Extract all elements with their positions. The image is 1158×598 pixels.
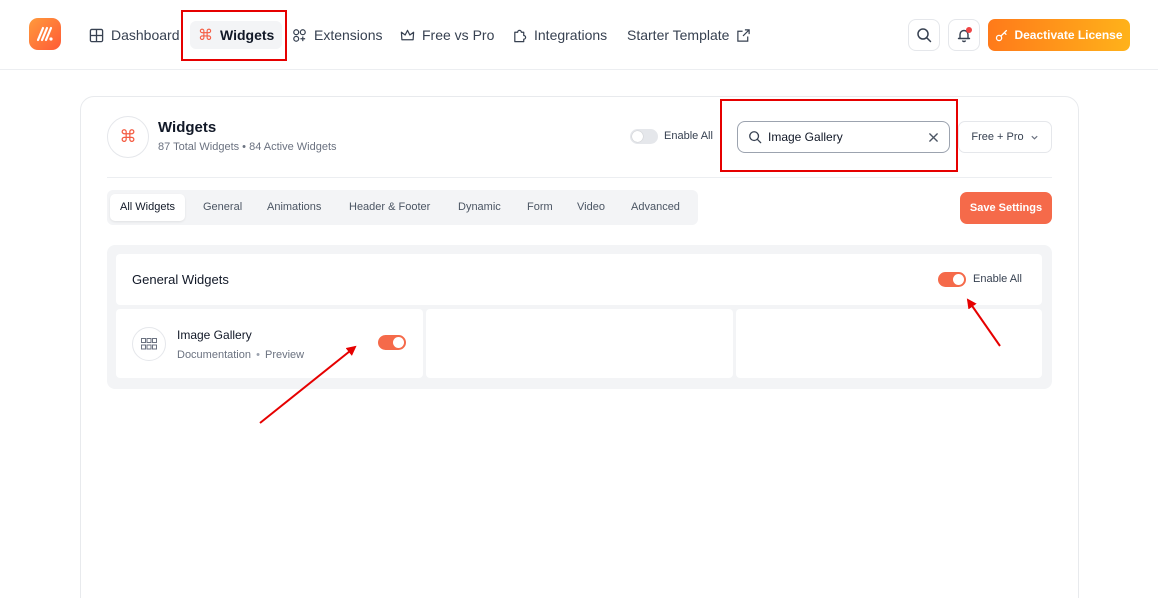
tab-animations[interactable]: Animations	[267, 194, 321, 221]
page-title: Widgets	[158, 119, 217, 136]
image-gallery-icon-badge	[132, 327, 166, 361]
plan-filter-select[interactable]: Free + Pro	[958, 121, 1052, 153]
crown-icon	[400, 29, 415, 40]
nav-free-vs-pro[interactable]: Free vs Pro	[400, 23, 494, 47]
toggle-knob	[953, 274, 964, 285]
nav-dashboard[interactable]: Dashboard	[89, 23, 180, 47]
widget-links: Documentation • Preview	[177, 349, 304, 361]
chevron-down-icon	[1031, 135, 1038, 140]
search-button[interactable]	[908, 19, 940, 51]
documentation-link[interactable]: Documentation	[177, 349, 251, 361]
tab-general[interactable]: General	[203, 194, 242, 221]
section-enable-all-toggle[interactable]	[938, 272, 966, 287]
link-separator: •	[256, 349, 260, 361]
tab-video[interactable]: Video	[577, 194, 605, 221]
nav-extensions-label: Extensions	[314, 27, 383, 43]
section-enable-all-label: Enable All	[973, 273, 1022, 285]
widget-card-empty	[736, 309, 1042, 378]
nav-starter-template-label: Starter Template	[627, 27, 730, 43]
widgets-count: 87 Total Widgets • 84 Active Widgets	[158, 141, 337, 153]
preview-link[interactable]: Preview	[265, 349, 304, 361]
external-link-icon	[737, 28, 751, 42]
tab-all-widgets[interactable]: All Widgets	[110, 194, 186, 221]
widget-card-empty	[426, 309, 733, 378]
logo-mark-icon	[36, 26, 53, 42]
nav-integrations-label: Integrations	[534, 27, 608, 43]
search-icon	[917, 28, 932, 43]
tab-form[interactable]: Form	[527, 194, 553, 221]
widget-name: Image Gallery	[177, 328, 252, 342]
header-enable-all-toggle[interactable]	[630, 129, 658, 144]
tab-advanced[interactable]: Advanced	[631, 194, 680, 221]
general-widgets-header	[116, 254, 1042, 305]
category-tabs: All Widgets General Animations Header & …	[107, 190, 698, 225]
notification-dot	[966, 27, 972, 33]
header-divider	[107, 177, 1052, 178]
extensions-icon	[293, 28, 306, 42]
command-icon: ⌘	[119, 127, 137, 146]
plan-filter-value: Free + Pro	[971, 131, 1024, 143]
nav-free-vs-pro-label: Free vs Pro	[422, 27, 495, 43]
notifications-button[interactable]	[948, 19, 980, 51]
app-logo[interactable]	[29, 18, 61, 50]
section-title: General Widgets	[132, 272, 229, 287]
widgets-header-icon: ⌘	[107, 116, 149, 158]
nav-starter-template[interactable]: Starter Template	[627, 23, 751, 47]
toggle-knob	[393, 337, 404, 348]
deactivate-license-button[interactable]: Deactivate License	[988, 19, 1130, 51]
tab-dynamic[interactable]: Dynamic	[458, 194, 501, 221]
nav-dashboard-label: Dashboard	[111, 27, 180, 43]
annotation-highlight-search	[720, 99, 958, 172]
nav-integrations[interactable]: Integrations	[512, 23, 607, 47]
key-icon	[996, 29, 1008, 41]
grid-icon	[89, 28, 104, 42]
nav-extensions[interactable]: Extensions	[292, 23, 382, 47]
puzzle-icon	[514, 29, 527, 42]
top-navigation: Dashboard ⌘ Widgets Extensions Free vs P…	[0, 0, 1158, 70]
save-settings-button[interactable]: Save Settings	[960, 192, 1052, 224]
tab-header-footer[interactable]: Header & Footer	[349, 194, 430, 221]
gallery-grid-icon	[141, 338, 157, 350]
toggle-knob	[632, 131, 643, 142]
annotation-highlight-widgets-tab	[181, 10, 287, 61]
deactivate-license-label: Deactivate License	[1014, 28, 1123, 42]
header-enable-all-label: Enable All	[664, 130, 713, 142]
image-gallery-toggle[interactable]	[378, 335, 406, 350]
